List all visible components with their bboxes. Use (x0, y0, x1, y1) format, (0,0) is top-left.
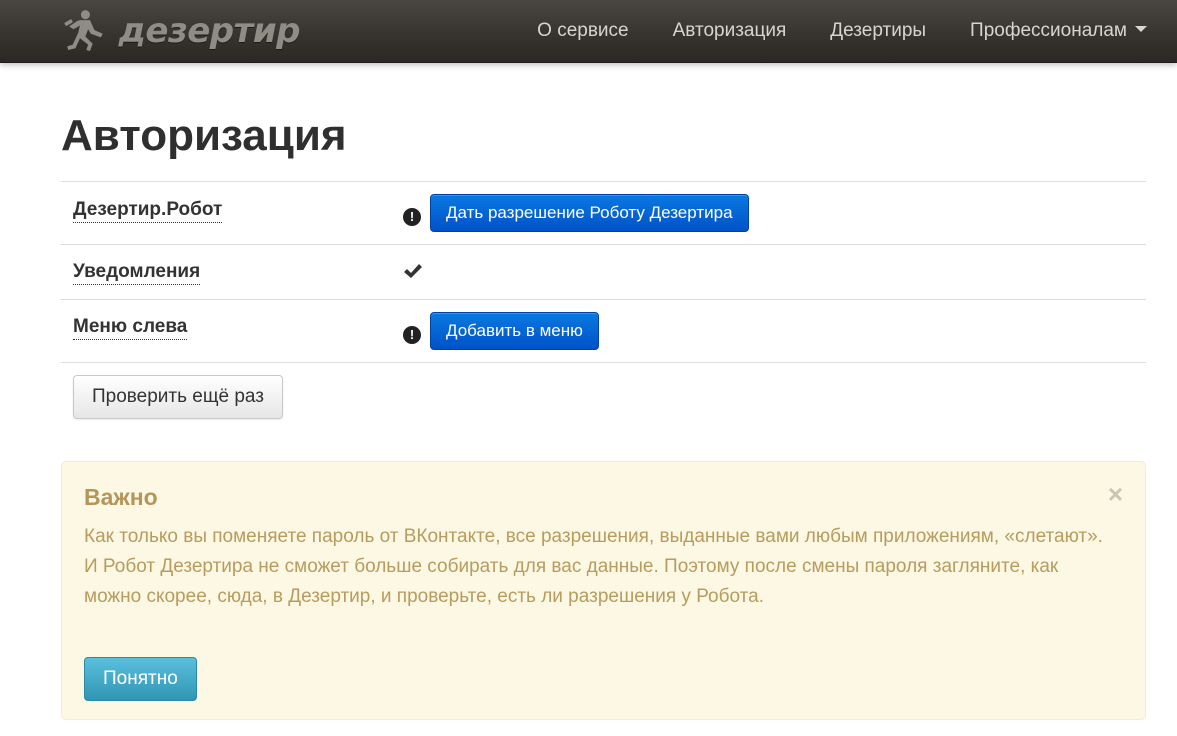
table-row: Дезертир.Робот ! Дать разрешение Роботу … (61, 182, 1146, 245)
row-status: ! Дать разрешение Роботу Дезертира (403, 194, 749, 232)
exclamation-circle-icon: ! (403, 326, 421, 344)
nav-item-about[interactable]: О сервисе (515, 0, 650, 62)
row-label-left-menu[interactable]: Меню слева (73, 316, 188, 340)
main-nav: О сервисе Авторизация Дезертиры Професси… (515, 0, 1177, 62)
running-man-icon (64, 10, 103, 51)
alert-message: Как только вы поменяете пароль от ВКонта… (84, 526, 1103, 607)
close-icon[interactable]: × (1108, 480, 1123, 508)
table-row: Меню слева ! Добавить в меню (61, 300, 1146, 363)
row-label-robot[interactable]: Дезертир.Робот (73, 199, 223, 223)
nav-item-professionals-label: Профессионалам (970, 20, 1127, 41)
row-status: ! Добавить в меню (403, 312, 599, 350)
table-row: Уведомления (61, 245, 1146, 300)
recheck-button[interactable]: Проверить ещё раз (73, 375, 283, 419)
row-status (403, 262, 423, 280)
got-it-button[interactable]: Понятно (84, 657, 197, 701)
alert-title: Важно (84, 484, 158, 510)
nav-item-deserters[interactable]: Дезертиры (808, 0, 948, 62)
check-icon (404, 264, 422, 278)
brand-logo-link[interactable]: дезертир (60, 6, 300, 56)
nav-item-professionals[interactable]: Профессионалам (948, 0, 1177, 62)
brand-name: дезертир (118, 11, 300, 51)
add-to-menu-button[interactable]: Добавить в меню (430, 312, 599, 350)
exclamation-circle-icon: ! (403, 208, 421, 226)
authorization-table: Дезертир.Робот ! Дать разрешение Роботу … (61, 181, 1146, 363)
grant-robot-permission-button[interactable]: Дать разрешение Роботу Дезертира (430, 194, 749, 232)
top-navbar: дезертир О сервисе Авторизация Дезертиры… (0, 0, 1177, 63)
nav-item-authorization[interactable]: Авторизация (651, 0, 809, 62)
page-title: Авторизация (61, 111, 347, 160)
caret-down-icon (1135, 25, 1147, 32)
row-label-notifications[interactable]: Уведомления (73, 261, 201, 285)
important-alert: Важно × Как только вы поменяете пароль о… (61, 461, 1146, 720)
